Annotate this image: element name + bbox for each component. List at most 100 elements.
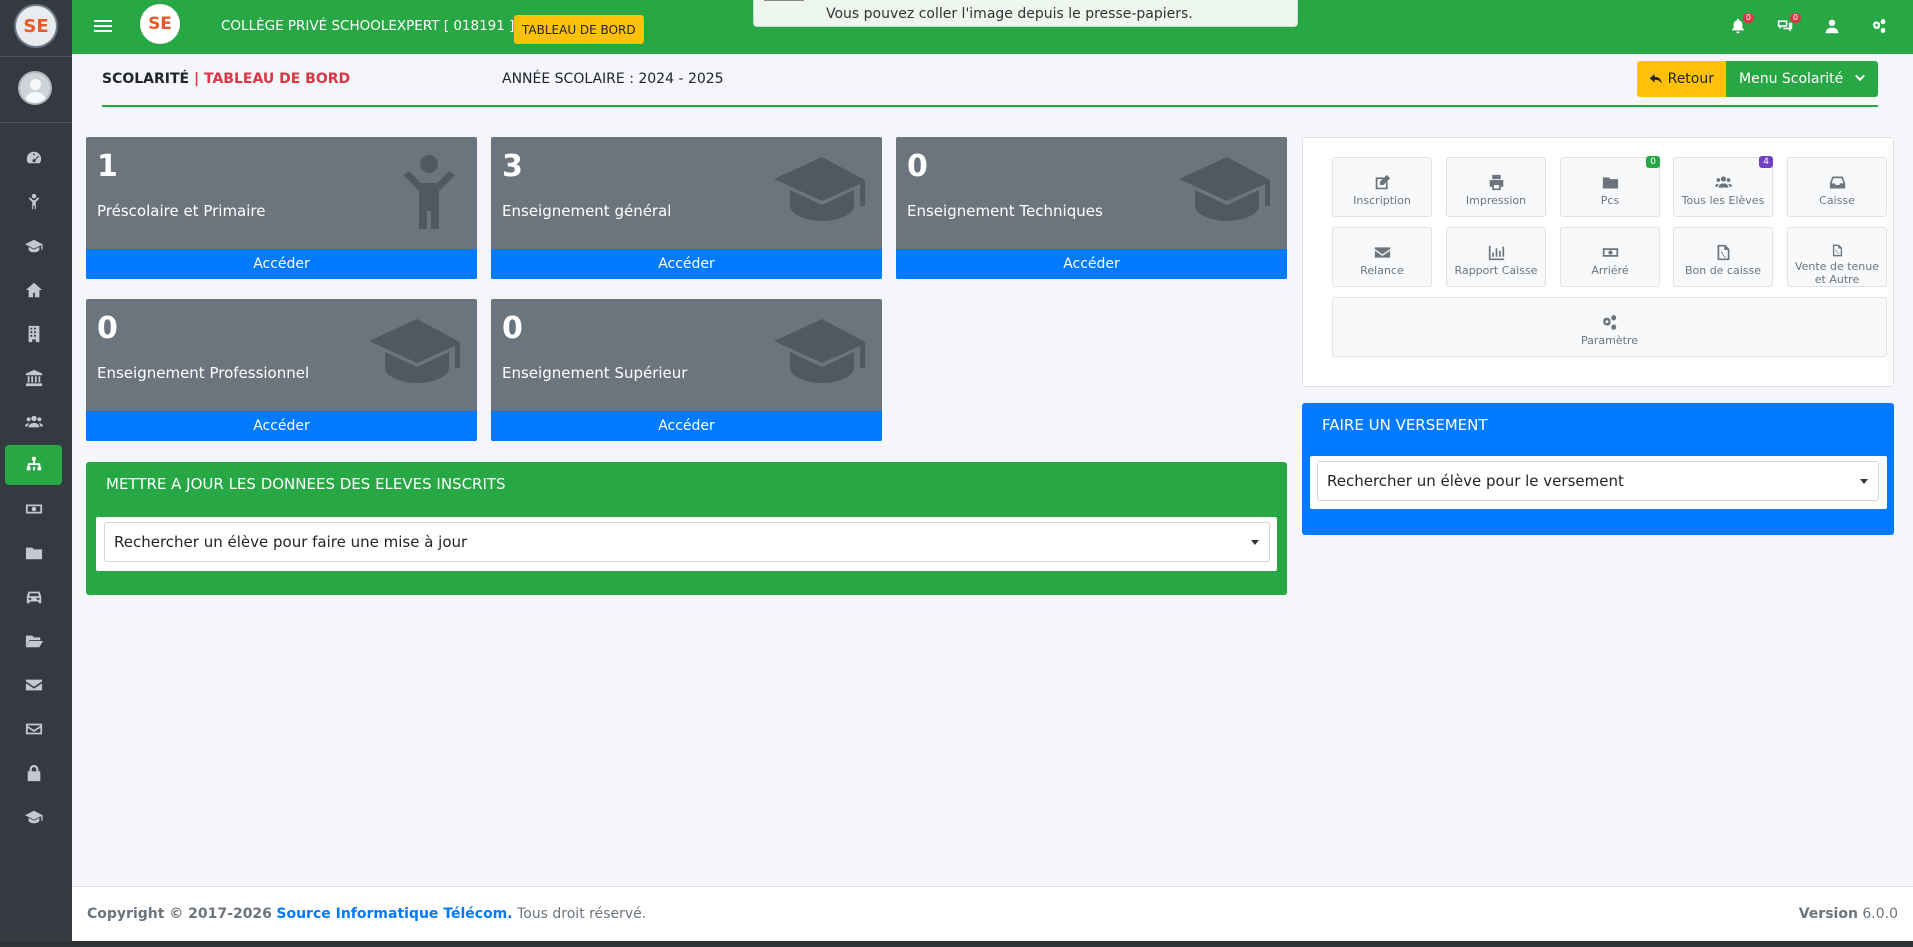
sidebar-item-lock[interactable] xyxy=(5,753,62,793)
card-label: Enseignement Techniques xyxy=(907,202,1103,220)
divider xyxy=(0,122,72,123)
back-button-label: Retour xyxy=(1667,71,1714,87)
caret-down-icon xyxy=(1251,540,1259,545)
school-name: COLLÈGE PRIVÉ SCHOOLEXPERT [ 018191 ] | xyxy=(221,18,524,34)
sidebar-item-education[interactable] xyxy=(5,226,62,266)
inbox-icon xyxy=(1829,176,1845,189)
access-button[interactable]: Accéder xyxy=(491,249,882,279)
sidebar-item-child[interactable] xyxy=(5,182,62,222)
section-name: SCOLARITÉ xyxy=(102,71,190,87)
logo-text: SE xyxy=(148,14,172,34)
page-subtitle: TABLEAU DE BORD xyxy=(204,71,351,87)
cash-voucher-button[interactable]: Bon de caisse xyxy=(1673,227,1773,287)
all-students-button[interactable]: Tous les Elèves 4 xyxy=(1673,156,1773,217)
messages-button[interactable]: 0 xyxy=(1775,13,1801,36)
card-label: Enseignement Professionnel xyxy=(97,364,310,382)
version-info: Version 6.0.0 xyxy=(1799,906,1898,922)
action-label: Arriéré xyxy=(1591,264,1629,277)
sidebar-item-dashboard[interactable] xyxy=(5,138,62,178)
avatar[interactable] xyxy=(18,71,52,105)
access-button[interactable]: Accéder xyxy=(491,411,882,441)
stat-card-technical: 0 Enseignement Techniques Accéder xyxy=(896,137,1287,279)
card-count: 0 xyxy=(502,311,523,346)
pcs-badge: 0 xyxy=(1646,156,1660,168)
action-label: Bon de caisse xyxy=(1684,264,1762,277)
sidebar-item-building[interactable] xyxy=(5,314,62,354)
arrears-button[interactable]: Arriéré xyxy=(1560,227,1660,287)
quick-actions-panel: Inscription Impression Pcs 0 Tous les El… xyxy=(1302,137,1894,387)
sidebar: SE xyxy=(0,0,72,947)
caisse-button[interactable]: Caisse xyxy=(1787,157,1887,217)
envelope-icon xyxy=(1374,247,1390,258)
access-button[interactable]: Accéder xyxy=(86,249,477,279)
access-button[interactable]: Accéder xyxy=(86,411,477,441)
brand-logo[interactable]: SE xyxy=(140,4,180,44)
money-icon xyxy=(25,504,42,514)
stat-card-general: 3 Enseignement général Accéder xyxy=(491,137,882,279)
sidebar-item-money[interactable] xyxy=(5,489,62,529)
page-title: SCOLARITÉ | TABLEAU DE BORD xyxy=(102,71,350,87)
print-button[interactable]: Impression xyxy=(1446,157,1546,217)
graduation-cap-icon xyxy=(24,810,43,824)
back-button[interactable]: Retour xyxy=(1636,61,1726,97)
sidebar-item-scolarite[interactable] xyxy=(5,445,62,485)
action-label: Paramètre xyxy=(1581,334,1638,347)
sidebar-item-folder-open[interactable] xyxy=(5,621,62,661)
copyright: Copyright © 2017-2026 Source Informatiqu… xyxy=(87,906,646,922)
title-separator: | xyxy=(194,71,200,87)
folder-icon xyxy=(25,547,42,560)
bar-chart-icon xyxy=(1488,245,1504,261)
user-button[interactable] xyxy=(1822,16,1842,36)
stat-card-preschool: 1 Préscolaire et Primaire Accéder xyxy=(86,137,477,279)
settings-button[interactable] xyxy=(1869,16,1889,36)
action-label: Vente de tenue et Autre xyxy=(1794,260,1880,286)
company-link[interactable]: Source Informatique Télécom. xyxy=(276,906,512,922)
relance-button[interactable]: Relance xyxy=(1332,227,1432,287)
uniform-sales-button[interactable]: Vente de tenue et Autre xyxy=(1787,227,1887,287)
sidebar-item-transport[interactable] xyxy=(5,577,62,617)
access-button[interactable]: Accéder xyxy=(896,249,1287,279)
graduation-cap-icon xyxy=(772,153,868,233)
card-count: 0 xyxy=(97,311,118,346)
card-count: 1 xyxy=(97,149,118,184)
graduation-cap-icon xyxy=(24,239,43,253)
cash-report-button[interactable]: Rapport Caisse xyxy=(1446,227,1546,287)
inscription-button[interactable]: Inscription xyxy=(1332,157,1432,217)
dashboard-badge[interactable]: TABLEAU DE BORD xyxy=(514,15,644,44)
sidebar-item-folder[interactable] xyxy=(5,533,62,573)
menu-scolarite-button[interactable]: Menu Scolarité xyxy=(1726,61,1878,97)
home-icon xyxy=(25,282,42,298)
sidebar-item-institution[interactable] xyxy=(5,358,62,398)
hamburger-menu-icon[interactable] xyxy=(94,17,112,35)
action-label: Pcs xyxy=(1600,194,1620,207)
student-update-select[interactable]: Rechercher un élève pour faire une mise … xyxy=(104,522,1270,562)
sidebar-item-users[interactable] xyxy=(5,402,62,442)
money-icon xyxy=(1602,248,1618,257)
sidebar-item-mail[interactable] xyxy=(5,665,62,705)
students-badge: 4 xyxy=(1759,156,1773,168)
settings-button[interactable]: Paramètre xyxy=(1332,297,1887,357)
envelope-outline-icon xyxy=(25,723,42,735)
folder-icon xyxy=(1602,177,1618,189)
sidebar-item-mail-outline[interactable] xyxy=(5,709,62,749)
sidebar-item-graduation[interactable] xyxy=(5,797,62,837)
folder-open-icon xyxy=(25,635,43,648)
select-placeholder: Rechercher un élève pour faire une mise … xyxy=(114,533,468,551)
pcs-button[interactable]: Pcs 0 xyxy=(1560,156,1660,217)
sidebar-item-home[interactable] xyxy=(5,270,62,310)
student-payment-select[interactable]: Rechercher un élève pour le versement xyxy=(1317,461,1879,501)
cogs-icon xyxy=(1872,18,1886,34)
panel-body: Rechercher un élève pour faire une mise … xyxy=(96,517,1277,571)
notifications-button[interactable]: 0 xyxy=(1728,13,1754,36)
school-year: ANNÉE SCOLAIRE : 2024 - 2025 xyxy=(502,71,724,87)
action-label: Inscription xyxy=(1353,194,1411,207)
sidebar-logo[interactable]: SE xyxy=(16,6,56,46)
clipboard-toast: Vous pouvez coller l'image depuis le pre… xyxy=(753,0,1298,27)
reply-icon xyxy=(1649,74,1662,84)
action-label: Impression xyxy=(1465,194,1527,207)
user-icon xyxy=(1825,19,1839,34)
print-icon xyxy=(1489,174,1503,191)
graduation-cap-icon xyxy=(1177,153,1273,233)
logo-text: SE xyxy=(23,15,49,37)
rights-text: Tous droit réservé. xyxy=(517,906,647,922)
